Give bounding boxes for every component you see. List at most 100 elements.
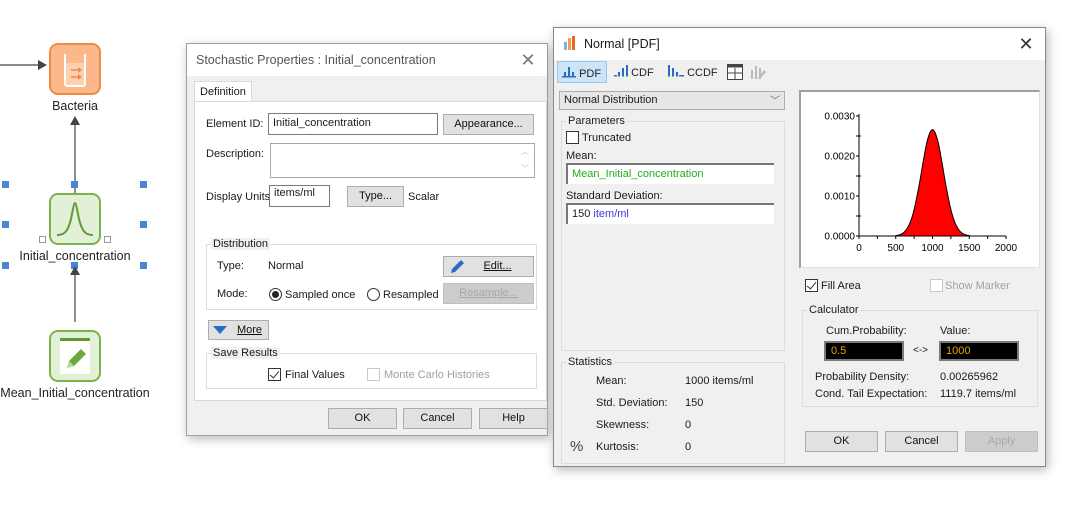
type-button[interactable]: Type... bbox=[347, 186, 404, 207]
stat-kurtosis-value: 0 bbox=[685, 441, 692, 453]
final-values-checkbox[interactable] bbox=[268, 368, 281, 381]
scroll-down-icon[interactable]: ﹀ bbox=[521, 163, 529, 174]
stat-sd-label: Std. Deviation: bbox=[596, 397, 668, 409]
appearance-button[interactable]: Appearance... bbox=[443, 114, 534, 135]
dialog-titlebar[interactable]: Stochastic Properties : Initial_concentr… bbox=[187, 44, 547, 76]
stat-mean-value: 1000 items/ml bbox=[685, 375, 754, 387]
pdf-view-button[interactable]: PDF bbox=[557, 61, 607, 83]
element-id-label: Element ID: bbox=[206, 118, 264, 130]
port-handle[interactable] bbox=[39, 236, 46, 243]
statistics-group-title: Statistics bbox=[566, 356, 615, 368]
truncated-label[interactable]: Truncated bbox=[582, 132, 631, 144]
tab-definition[interactable]: Definition bbox=[194, 81, 252, 102]
pdf-ok-button[interactable]: OK bbox=[805, 431, 878, 452]
resampled-label[interactable]: Resampled bbox=[383, 289, 439, 301]
data-edit-icon bbox=[60, 338, 90, 374]
monte-carlo-histories-checkbox[interactable] bbox=[367, 368, 380, 381]
y-tick-label: 0.0020 bbox=[824, 152, 855, 163]
resampled-radio[interactable] bbox=[367, 288, 380, 301]
selection-handle[interactable] bbox=[140, 221, 147, 228]
x-tick-label: 1500 bbox=[958, 243, 981, 254]
sampled-once-label[interactable]: Sampled once bbox=[285, 289, 355, 301]
ok-button[interactable]: OK bbox=[328, 408, 397, 429]
selection-handle[interactable] bbox=[2, 262, 9, 269]
fill-area-label[interactable]: Fill Area bbox=[821, 280, 861, 292]
initial-concentration-node[interactable] bbox=[49, 193, 101, 245]
mean-initial-concentration-node[interactable] bbox=[49, 330, 101, 382]
monte-carlo-histories-label[interactable]: Monte Carlo Histories bbox=[384, 369, 490, 381]
distribution-select[interactable]: Normal Distribution ﹀ bbox=[559, 91, 785, 110]
pdf-window-titlebar[interactable]: Normal [PDF] ✕ bbox=[554, 28, 1045, 60]
scroll-up-icon[interactable]: ︿ bbox=[521, 146, 529, 157]
link-arrow-mean-to-initial bbox=[70, 266, 80, 322]
selection-handle[interactable] bbox=[71, 181, 78, 188]
pdf-chart-icon bbox=[562, 67, 576, 78]
cancel-button[interactable]: Cancel bbox=[403, 408, 472, 429]
distribution-select-value: Normal Distribution bbox=[564, 94, 658, 106]
definition-panel: Element ID: Initial_concentration Appear… bbox=[194, 101, 547, 401]
final-values-label[interactable]: Final Values bbox=[285, 369, 345, 381]
cdf-view-label: CDF bbox=[631, 67, 654, 79]
port-handle[interactable] bbox=[104, 236, 111, 243]
pdf-window: Normal [PDF] ✕ PDF CDF CCDF Normal Distr… bbox=[553, 27, 1046, 467]
truncated-checkbox[interactable] bbox=[566, 131, 579, 144]
reservoir-icon bbox=[64, 54, 86, 87]
probability-density-value: 0.00265962 bbox=[940, 371, 999, 383]
selection-handle[interactable] bbox=[2, 181, 9, 188]
cdf-view-button[interactable]: CDF bbox=[610, 61, 658, 83]
description-input[interactable] bbox=[270, 143, 535, 178]
pdf-cancel-button[interactable]: Cancel bbox=[885, 431, 958, 452]
chart-edit-icon[interactable] bbox=[750, 64, 766, 80]
resample-button[interactable]: Resample... bbox=[443, 283, 534, 304]
pdf-window-title: Normal [PDF] bbox=[584, 37, 660, 51]
probability-density-label: Probability Density: bbox=[815, 371, 910, 383]
mean-label: Mean: bbox=[566, 150, 597, 162]
show-marker-label[interactable]: Show Marker bbox=[945, 280, 1010, 292]
stat-skewness-label: Skewness: bbox=[596, 419, 650, 431]
selection-handle[interactable] bbox=[2, 221, 9, 228]
pdf-chart: 0.0000 0.0010 0.0020 0.0030 0 500 1000 1500 2000 bbox=[824, 112, 1018, 255]
type-value: Scalar bbox=[408, 191, 440, 203]
mean-input[interactable]: Mean_Initial_concentration bbox=[566, 163, 774, 184]
bacteria-node[interactable] bbox=[49, 43, 101, 95]
selection-handle[interactable] bbox=[140, 181, 147, 188]
std-deviation-unit: item/ml bbox=[593, 208, 629, 220]
mean-initial-concentration-label: Mean_Initial_concentration bbox=[0, 386, 150, 400]
distribution-type-label: Type: bbox=[217, 260, 244, 272]
close-icon[interactable]: ✕ bbox=[517, 49, 539, 71]
stat-kurtosis-label: Kurtosis: bbox=[596, 441, 639, 453]
triangle-down-icon bbox=[213, 326, 227, 334]
normal-distribution-icon bbox=[56, 201, 94, 236]
cond-tail-expectation-label: Cond. Tail Expectation: bbox=[815, 388, 928, 400]
parameters-group-title: Parameters bbox=[566, 115, 627, 127]
cum-probability-input[interactable]: 0.5 bbox=[824, 341, 904, 361]
percent-icon[interactable]: % bbox=[570, 438, 583, 455]
value-input[interactable]: 1000 bbox=[939, 341, 1019, 361]
display-units-label: Display Units: bbox=[206, 191, 274, 203]
stochastic-properties-dialog: Stochastic Properties : Initial_concentr… bbox=[186, 43, 548, 436]
chart-app-icon bbox=[564, 36, 575, 50]
y-tick-label: 0.0000 bbox=[824, 232, 855, 243]
fill-area-checkbox[interactable] bbox=[805, 279, 818, 292]
stat-skewness-value: 0 bbox=[685, 419, 692, 431]
sampled-once-radio[interactable] bbox=[269, 288, 282, 301]
edit-button[interactable]: Edit... bbox=[443, 256, 534, 277]
display-units-input[interactable]: items/ml bbox=[269, 185, 330, 207]
more-button[interactable]: More bbox=[208, 320, 269, 340]
description-label: Description: bbox=[206, 148, 265, 160]
show-marker-checkbox[interactable] bbox=[930, 279, 943, 292]
pdf-view-label: PDF bbox=[579, 68, 602, 80]
close-icon[interactable]: ✕ bbox=[1015, 33, 1037, 55]
element-id-input[interactable]: Initial_concentration bbox=[268, 113, 438, 135]
selection-handle[interactable] bbox=[140, 262, 147, 269]
stat-sd-value: 150 bbox=[685, 397, 704, 409]
pdf-apply-button[interactable]: Apply bbox=[965, 431, 1038, 452]
help-button[interactable]: Help bbox=[479, 408, 548, 429]
cdf-chart-icon bbox=[614, 65, 628, 77]
x-tick-label: 2000 bbox=[995, 243, 1018, 254]
ccdf-view-button[interactable]: CCDF bbox=[664, 61, 718, 83]
std-deviation-input[interactable]: 150 item/ml bbox=[566, 203, 774, 224]
expand-window-icon[interactable] bbox=[727, 64, 743, 80]
calculator-group-title: Calculator bbox=[807, 304, 861, 316]
save-results-group-title: Save Results bbox=[211, 347, 280, 359]
